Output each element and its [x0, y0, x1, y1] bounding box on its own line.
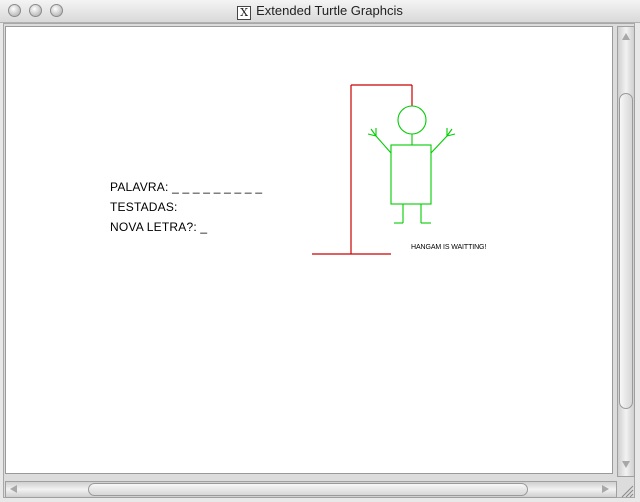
- gallows: [312, 84, 413, 255]
- horizontal-scroll-thumb[interactable]: [88, 483, 528, 496]
- figure-head: [397, 105, 427, 135]
- stick-figure: [367, 105, 456, 224]
- figure-body: [390, 144, 432, 205]
- figure-right-arm: [430, 135, 448, 154]
- scroll-down-arrow-icon[interactable]: [622, 461, 630, 468]
- vertical-scroll-thumb[interactable]: [619, 93, 633, 409]
- scroll-up-arrow-icon[interactable]: [622, 33, 630, 40]
- scroll-right-arrow-icon[interactable]: [602, 485, 609, 493]
- horizontal-scrollbar[interactable]: [5, 481, 617, 498]
- scroll-left-arrow-icon[interactable]: [10, 485, 17, 493]
- vertical-scrollbar[interactable]: [617, 26, 635, 477]
- figure-left-arm: [375, 135, 392, 154]
- resize-grip-icon[interactable]: [620, 484, 634, 498]
- hangman-drawing: [312, 84, 456, 255]
